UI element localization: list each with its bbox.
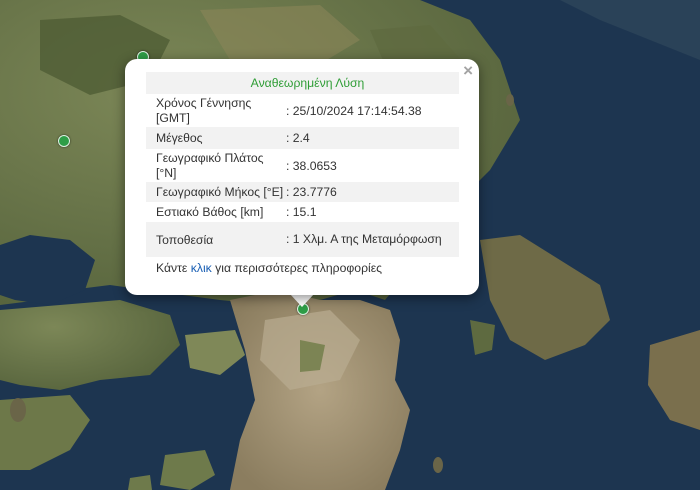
popup-pointer <box>290 294 314 307</box>
depth-value: : 15.1 <box>286 205 317 219</box>
origin-time-label: Χρόνος Γέννησης [GMT] <box>156 95 252 125</box>
table-row: Χρόνος Γέννησης [GMT] : 25/10/2024 17:14… <box>146 94 459 127</box>
popup-title: Αναθεωρημένη Λύση <box>146 72 459 94</box>
table-row: Γεωγραφικό Πλάτος [°N] : 38.0653 <box>146 149 459 182</box>
latitude-value: : 38.0653 <box>286 158 337 173</box>
table-row: Εστιακό Βάθος [km] : 15.1 <box>146 202 459 222</box>
latitude-label: Γεωγραφικό Πλάτος [°N] <box>156 150 264 180</box>
more-info-link[interactable]: κλικ <box>191 261 212 275</box>
origin-time-value: : 25/10/2024 17:14:54.38 <box>286 103 422 118</box>
depth-label: Εστιακό Βάθος [km] <box>156 205 264 219</box>
more-info-row: Κάντε κλικ για περισσότερες πληροφορίες <box>146 257 459 279</box>
location-value: : 1 Χλμ. Α της Μεταμόρφωση <box>286 232 442 246</box>
location-label: Τοποθεσία <box>146 222 286 257</box>
map-marker-northwest[interactable] <box>58 135 70 147</box>
longitude-value: : 23.7776 <box>286 182 459 202</box>
popup-title-row: Αναθεωρημένη Λύση <box>146 72 459 94</box>
table-row: Γεωγραφικό Μήκος [°E] : 23.7776 <box>146 182 459 202</box>
earthquake-details-table: Αναθεωρημένη Λύση Χρόνος Γέννησης [GMT] … <box>146 72 459 279</box>
table-row: Τοποθεσία : 1 Χλμ. Α της Μεταμόρφωση <box>146 222 459 257</box>
close-icon[interactable]: × <box>463 61 473 81</box>
satellite-map[interactable]: × Αναθεωρημένη Λύση Χρόνος Γέννησης [GMT… <box>0 0 700 490</box>
magnitude-label: Μέγεθος <box>146 127 286 149</box>
more-info-suffix: για περισσότερες πληροφορίες <box>215 261 383 275</box>
earthquake-info-popup: × Αναθεωρημένη Λύση Χρόνος Γέννησης [GMT… <box>125 59 479 295</box>
more-info-prefix: Κάντε <box>156 261 188 275</box>
magnitude-value: : 2.4 <box>286 127 459 149</box>
longitude-label: Γεωγραφικό Μήκος [°E] <box>146 182 286 202</box>
table-row: Μέγεθος : 2.4 <box>146 127 459 149</box>
